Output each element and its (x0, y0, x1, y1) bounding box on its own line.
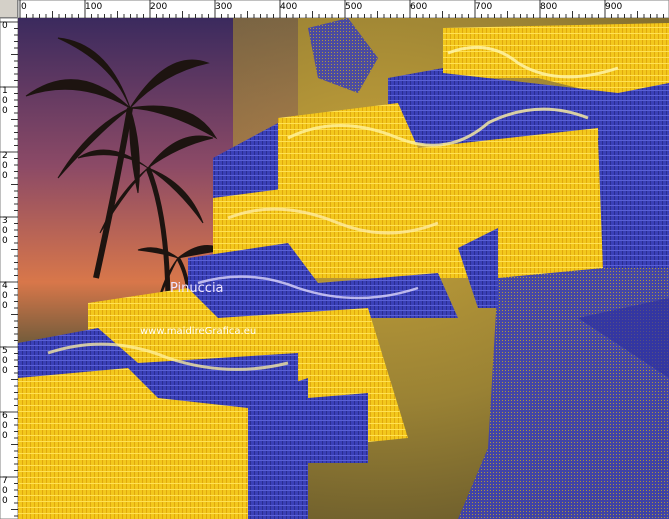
ruler-label: 900 (605, 2, 622, 12)
ruler-corner (0, 0, 18, 18)
ruler-top[interactable]: 0 100 200 300 400 500 600 700 800 900 (18, 0, 669, 18)
ruler-label: 600 (410, 2, 427, 12)
ruler-label: 700 (475, 2, 492, 12)
ruler-label: 0 (2, 21, 8, 31)
ruler-left-labels: 0 (2, 21, 8, 31)
ruler-label: 400 (280, 2, 297, 12)
artwork-canvas[interactable]: Pinuccia www.maidireGrafica.eu (18, 18, 669, 519)
ruler-label: 100 (85, 2, 102, 12)
ruler-label: 300 (215, 2, 232, 12)
ruler-label: 200 (2, 151, 8, 181)
ruler-label: 600 (2, 411, 8, 441)
ruler-label: 500 (345, 2, 362, 12)
ruler-label: 500 (2, 346, 8, 376)
ruler-left[interactable]: 0 1 0 0 2 0 0 3 0 0 4 0 0 5 0 0 6 0 0 7 0 0 (0, 18, 18, 519)
ruler-label: 100 (2, 86, 8, 116)
watermark-name: Pinuccia (170, 281, 224, 296)
ruler-label: 300 (2, 216, 8, 246)
ruler-label: 200 (150, 2, 167, 12)
watermark-url: www.maidireGrafica.eu (140, 326, 256, 337)
ruler-label: 800 (540, 2, 557, 12)
ruler-label: 700 (2, 476, 8, 506)
ruler-label: 400 (2, 281, 8, 311)
ruler-label: 0 (21, 2, 27, 12)
